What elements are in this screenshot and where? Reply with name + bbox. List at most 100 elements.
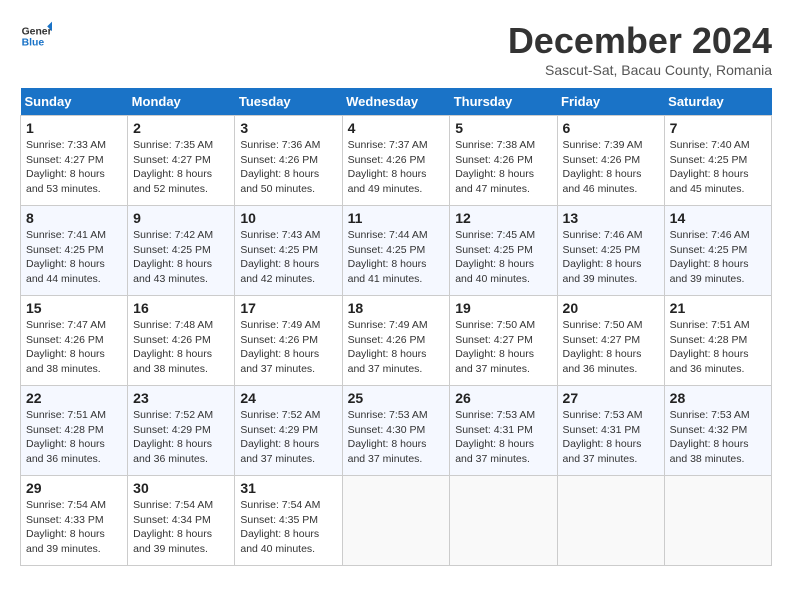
col-saturday: Saturday [664, 88, 771, 116]
logo: General Blue [20, 20, 52, 52]
svg-text:Blue: Blue [22, 38, 45, 49]
day-cell: 11 Sunrise: 7:44 AMSunset: 4:25 PMDaylig… [342, 206, 450, 296]
day-number: 15 [26, 300, 122, 316]
day-detail: Sunrise: 7:41 AMSunset: 4:25 PMDaylight:… [26, 228, 122, 287]
day-number: 11 [348, 210, 445, 226]
day-detail: Sunrise: 7:50 AMSunset: 4:27 PMDaylight:… [455, 318, 551, 377]
day-number: 18 [348, 300, 445, 316]
day-cell: 16 Sunrise: 7:48 AMSunset: 4:26 PMDaylig… [128, 296, 235, 386]
day-cell [664, 476, 771, 566]
day-detail: Sunrise: 7:52 AMSunset: 4:29 PMDaylight:… [133, 408, 229, 467]
day-number: 29 [26, 480, 122, 496]
day-number: 31 [240, 480, 336, 496]
day-number: 3 [240, 120, 336, 136]
day-detail: Sunrise: 7:51 AMSunset: 4:28 PMDaylight:… [670, 318, 766, 377]
day-detail: Sunrise: 7:47 AMSunset: 4:26 PMDaylight:… [26, 318, 122, 377]
day-cell: 27 Sunrise: 7:53 AMSunset: 4:31 PMDaylig… [557, 386, 664, 476]
page-header: General Blue December 2024 Sascut-Sat, B… [20, 20, 772, 78]
day-detail: Sunrise: 7:45 AMSunset: 4:25 PMDaylight:… [455, 228, 551, 287]
month-title: December 2024 [508, 20, 772, 62]
day-detail: Sunrise: 7:35 AMSunset: 4:27 PMDaylight:… [133, 138, 229, 197]
day-cell: 6 Sunrise: 7:39 AMSunset: 4:26 PMDayligh… [557, 116, 664, 206]
day-number: 26 [455, 390, 551, 406]
day-cell: 12 Sunrise: 7:45 AMSunset: 4:25 PMDaylig… [450, 206, 557, 296]
day-detail: Sunrise: 7:44 AMSunset: 4:25 PMDaylight:… [348, 228, 445, 287]
day-detail: Sunrise: 7:53 AMSunset: 4:32 PMDaylight:… [670, 408, 766, 467]
day-detail: Sunrise: 7:46 AMSunset: 4:25 PMDaylight:… [670, 228, 766, 287]
day-cell: 9 Sunrise: 7:42 AMSunset: 4:25 PMDayligh… [128, 206, 235, 296]
day-detail: Sunrise: 7:49 AMSunset: 4:26 PMDaylight:… [240, 318, 336, 377]
day-cell: 21 Sunrise: 7:51 AMSunset: 4:28 PMDaylig… [664, 296, 771, 386]
day-cell: 8 Sunrise: 7:41 AMSunset: 4:25 PMDayligh… [21, 206, 128, 296]
day-number: 8 [26, 210, 122, 226]
day-cell: 13 Sunrise: 7:46 AMSunset: 4:25 PMDaylig… [557, 206, 664, 296]
day-cell [557, 476, 664, 566]
day-cell: 20 Sunrise: 7:50 AMSunset: 4:27 PMDaylig… [557, 296, 664, 386]
day-detail: Sunrise: 7:52 AMSunset: 4:29 PMDaylight:… [240, 408, 336, 467]
day-number: 6 [563, 120, 659, 136]
day-number: 23 [133, 390, 229, 406]
day-number: 5 [455, 120, 551, 136]
day-number: 17 [240, 300, 336, 316]
day-cell: 22 Sunrise: 7:51 AMSunset: 4:28 PMDaylig… [21, 386, 128, 476]
day-number: 27 [563, 390, 659, 406]
day-detail: Sunrise: 7:54 AMSunset: 4:33 PMDaylight:… [26, 498, 122, 557]
day-cell: 15 Sunrise: 7:47 AMSunset: 4:26 PMDaylig… [21, 296, 128, 386]
day-number: 16 [133, 300, 229, 316]
day-detail: Sunrise: 7:50 AMSunset: 4:27 PMDaylight:… [563, 318, 659, 377]
day-detail: Sunrise: 7:54 AMSunset: 4:35 PMDaylight:… [240, 498, 336, 557]
day-cell: 10 Sunrise: 7:43 AMSunset: 4:25 PMDaylig… [235, 206, 342, 296]
day-detail: Sunrise: 7:33 AMSunset: 4:27 PMDaylight:… [26, 138, 122, 197]
day-cell: 28 Sunrise: 7:53 AMSunset: 4:32 PMDaylig… [664, 386, 771, 476]
day-cell: 17 Sunrise: 7:49 AMSunset: 4:26 PMDaylig… [235, 296, 342, 386]
day-cell: 3 Sunrise: 7:36 AMSunset: 4:26 PMDayligh… [235, 116, 342, 206]
day-detail: Sunrise: 7:51 AMSunset: 4:28 PMDaylight:… [26, 408, 122, 467]
day-number: 1 [26, 120, 122, 136]
week-row-2: 8 Sunrise: 7:41 AMSunset: 4:25 PMDayligh… [21, 206, 772, 296]
week-row-4: 22 Sunrise: 7:51 AMSunset: 4:28 PMDaylig… [21, 386, 772, 476]
day-cell: 14 Sunrise: 7:46 AMSunset: 4:25 PMDaylig… [664, 206, 771, 296]
day-detail: Sunrise: 7:49 AMSunset: 4:26 PMDaylight:… [348, 318, 445, 377]
day-number: 30 [133, 480, 229, 496]
day-cell: 2 Sunrise: 7:35 AMSunset: 4:27 PMDayligh… [128, 116, 235, 206]
day-detail: Sunrise: 7:53 AMSunset: 4:30 PMDaylight:… [348, 408, 445, 467]
logo-icon: General Blue [20, 20, 52, 52]
day-detail: Sunrise: 7:48 AMSunset: 4:26 PMDaylight:… [133, 318, 229, 377]
day-number: 24 [240, 390, 336, 406]
svg-text:General: General [22, 26, 52, 37]
day-detail: Sunrise: 7:40 AMSunset: 4:25 PMDaylight:… [670, 138, 766, 197]
col-monday: Monday [128, 88, 235, 116]
calendar-table: Sunday Monday Tuesday Wednesday Thursday… [20, 88, 772, 566]
col-friday: Friday [557, 88, 664, 116]
day-number: 25 [348, 390, 445, 406]
day-cell: 24 Sunrise: 7:52 AMSunset: 4:29 PMDaylig… [235, 386, 342, 476]
week-row-1: 1 Sunrise: 7:33 AMSunset: 4:27 PMDayligh… [21, 116, 772, 206]
day-cell: 26 Sunrise: 7:53 AMSunset: 4:31 PMDaylig… [450, 386, 557, 476]
day-detail: Sunrise: 7:53 AMSunset: 4:31 PMDaylight:… [563, 408, 659, 467]
day-number: 22 [26, 390, 122, 406]
col-sunday: Sunday [21, 88, 128, 116]
day-detail: Sunrise: 7:36 AMSunset: 4:26 PMDaylight:… [240, 138, 336, 197]
day-number: 13 [563, 210, 659, 226]
day-number: 10 [240, 210, 336, 226]
week-row-5: 29 Sunrise: 7:54 AMSunset: 4:33 PMDaylig… [21, 476, 772, 566]
day-cell: 25 Sunrise: 7:53 AMSunset: 4:30 PMDaylig… [342, 386, 450, 476]
day-cell: 31 Sunrise: 7:54 AMSunset: 4:35 PMDaylig… [235, 476, 342, 566]
day-cell: 29 Sunrise: 7:54 AMSunset: 4:33 PMDaylig… [21, 476, 128, 566]
day-number: 14 [670, 210, 766, 226]
day-detail: Sunrise: 7:43 AMSunset: 4:25 PMDaylight:… [240, 228, 336, 287]
col-tuesday: Tuesday [235, 88, 342, 116]
day-number: 20 [563, 300, 659, 316]
day-cell [342, 476, 450, 566]
day-detail: Sunrise: 7:38 AMSunset: 4:26 PMDaylight:… [455, 138, 551, 197]
day-cell: 18 Sunrise: 7:49 AMSunset: 4:26 PMDaylig… [342, 296, 450, 386]
subtitle: Sascut-Sat, Bacau County, Romania [508, 62, 772, 78]
title-block: December 2024 Sascut-Sat, Bacau County, … [508, 20, 772, 78]
day-cell: 5 Sunrise: 7:38 AMSunset: 4:26 PMDayligh… [450, 116, 557, 206]
day-number: 21 [670, 300, 766, 316]
col-wednesday: Wednesday [342, 88, 450, 116]
day-cell [450, 476, 557, 566]
header-row: Sunday Monday Tuesday Wednesday Thursday… [21, 88, 772, 116]
day-number: 4 [348, 120, 445, 136]
day-number: 2 [133, 120, 229, 136]
